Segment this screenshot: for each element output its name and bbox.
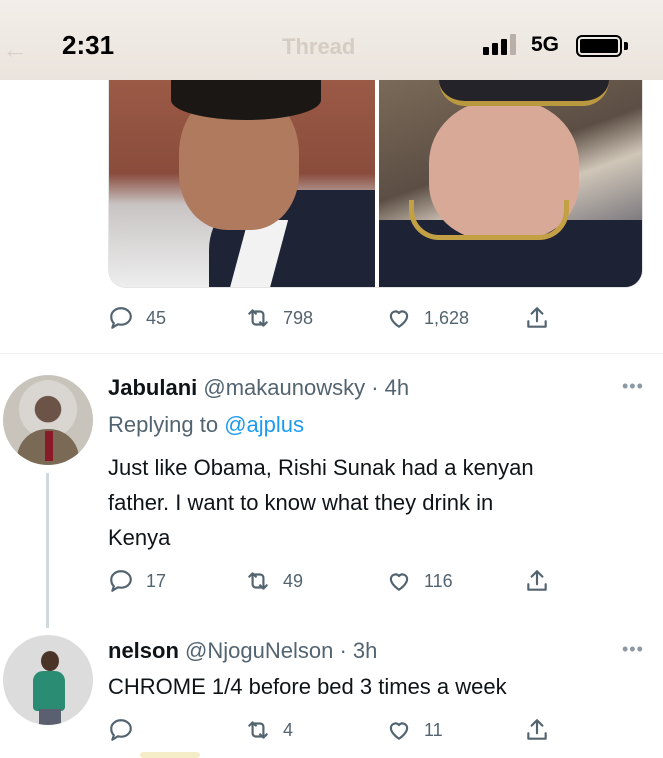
retweet-icon: [248, 721, 268, 739]
replying-label: Replying to: [108, 412, 219, 437]
more-options-icon[interactable]: •••: [622, 376, 644, 397]
tweet-text: Just like Obama, Rishi Sunak had a kenya…: [108, 450, 628, 555]
avatar[interactable]: [3, 375, 93, 465]
display-name[interactable]: Jabulani: [108, 375, 197, 400]
mention-link[interactable]: @ajplus: [224, 412, 304, 437]
like-button[interactable]: 11: [386, 717, 443, 743]
heart-icon: [389, 310, 409, 328]
battery-icon: [576, 35, 622, 57]
retweet-button[interactable]: 798: [245, 305, 313, 331]
reply-button[interactable]: [108, 717, 146, 743]
tweet-time[interactable]: · 4h: [371, 375, 409, 400]
back-arrow-icon[interactable]: ←: [2, 34, 28, 65]
reply-count: 17: [146, 570, 167, 591]
tweet-header: Jabulani @makaunowsky · 4h: [108, 375, 409, 401]
display-name[interactable]: nelson: [108, 638, 179, 663]
signal-icon: [483, 33, 521, 55]
reply-button[interactable]: 17: [108, 568, 166, 594]
reply-count: 45: [146, 307, 167, 328]
tweet-media-grid[interactable]: [108, 80, 643, 288]
status-time: 2:31: [62, 30, 115, 60]
reply-icon: [110, 570, 132, 592]
more-options-icon[interactable]: •••: [622, 639, 644, 660]
like-count: 116: [424, 570, 453, 591]
like-button[interactable]: 1,628: [386, 305, 469, 331]
user-handle[interactable]: @makaunowsky: [203, 375, 365, 400]
share-icon: [527, 719, 547, 740]
like-count: 11: [424, 719, 443, 740]
share-button[interactable]: [524, 717, 550, 743]
share-button[interactable]: [524, 305, 550, 331]
heart-icon: [389, 722, 409, 740]
tweet-text-line: father. I want to know what they drink i…: [108, 490, 494, 515]
tweet-actions: 45 798 1,628: [108, 305, 558, 331]
reply-button[interactable]: 45: [108, 305, 166, 331]
retweet-count: 49: [283, 570, 304, 591]
retweet-button[interactable]: 4: [245, 717, 293, 743]
tweet-text: CHROME 1/4 before bed 3 times a week: [108, 669, 628, 704]
retweet-icon: [248, 309, 268, 327]
share-icon: [527, 307, 547, 328]
thread-line: [46, 473, 49, 628]
retweet-count: 4: [283, 719, 294, 740]
retweet-button[interactable]: 49: [245, 568, 303, 594]
tweet-actions: 17 49 116: [108, 568, 558, 594]
status-bar: ← 2:31 Thread 5G: [0, 0, 663, 80]
tweet-actions: 4 11: [108, 717, 558, 743]
tweet-text-line: Kenya: [108, 525, 171, 550]
tweet-text-line: CHROME 1/4 before bed 3 times a week: [108, 674, 507, 699]
tweet-text-line: Just like Obama, Rishi Sunak had a kenya…: [108, 455, 534, 480]
retweet-icon: [248, 572, 268, 590]
tweet-photo-1[interactable]: [109, 80, 375, 287]
next-item-peek: [140, 752, 200, 758]
tweet-photo-2[interactable]: [379, 80, 642, 287]
network-type: 5G: [531, 33, 560, 56]
reply-icon: [110, 307, 132, 329]
like-button[interactable]: 116: [386, 568, 453, 594]
header-title: Thread: [282, 34, 356, 59]
share-button[interactable]: [524, 568, 550, 594]
replying-to: Replying to @ajplus: [108, 412, 304, 438]
heart-icon: [389, 573, 409, 591]
user-handle[interactable]: @NjoguNelson: [185, 638, 333, 663]
like-count: 1,628: [424, 307, 470, 328]
reply-icon: [110, 719, 132, 741]
battery-tip: [624, 42, 628, 50]
avatar[interactable]: [3, 635, 93, 725]
share-icon: [527, 570, 547, 591]
divider: [0, 353, 663, 354]
retweet-count: 798: [283, 307, 314, 328]
tweet-header: nelson @NjoguNelson · 3h: [108, 638, 377, 664]
tweet-time[interactable]: · 3h: [339, 638, 377, 663]
